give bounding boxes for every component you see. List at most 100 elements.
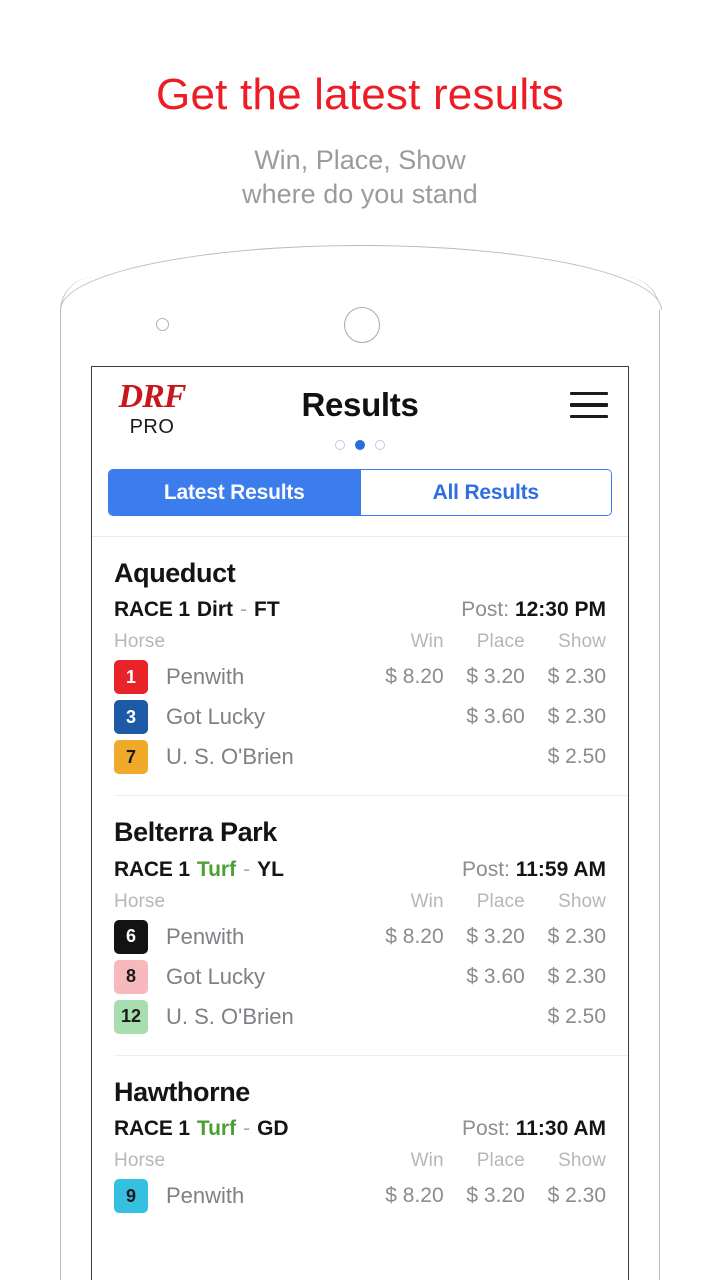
meta-separator: -: [243, 1117, 251, 1141]
phone-top-bezel: [59, 245, 662, 310]
horse-cell: 12 U. S. O'Brien: [114, 997, 360, 1037]
page-dot-1[interactable]: [335, 440, 345, 450]
column-header-win: Win: [410, 1150, 444, 1172]
win-payout: [360, 997, 444, 1037]
race-results-list: Aqueduct RACE 1 Dirt - FT Post: 12:30 PM…: [92, 537, 628, 1216]
table-row[interactable]: 9 Penwith $ 8.20 $ 3.20 $ 2.30: [114, 1176, 606, 1216]
saddle-cloth-number: 3: [114, 700, 148, 735]
race-surface: Dirt: [196, 598, 233, 622]
hamburger-bar-3: [570, 414, 608, 418]
front-camera-icon: [156, 318, 169, 331]
page-title: Results: [301, 386, 419, 423]
page-dot-3[interactable]: [375, 440, 385, 450]
track-condition: YL: [257, 857, 284, 881]
results-table: Horse Win Place Show 1 Penwith $ 8.20 $ …: [114, 631, 606, 777]
place-payout: $ 3.20: [466, 924, 525, 948]
horse-cell: 3 Got Lucky: [114, 697, 360, 737]
race-number: RACE 1: [114, 598, 190, 622]
place-payout: $ 3.20: [466, 665, 525, 689]
column-header-horse: Horse: [114, 1150, 166, 1172]
race-surface: Turf: [196, 1117, 237, 1141]
horse-name: Got Lucky: [166, 704, 266, 730]
column-header-win: Win: [410, 631, 444, 653]
horse-name: Got Lucky: [166, 963, 266, 989]
table-header-row: Horse Win Place Show: [114, 1150, 606, 1176]
show-payout: $ 2.30: [547, 924, 606, 948]
post-time-label: Post:: [462, 1117, 510, 1141]
place-payout: $ 3.60: [466, 964, 525, 988]
table-row[interactable]: 1 Penwith $ 8.20 $ 3.20 $ 2.30: [114, 657, 606, 697]
table-row[interactable]: 8 Got Lucky $ 3.60 $ 2.30: [114, 957, 606, 997]
table-row[interactable]: 12 U. S. O'Brien $ 2.50: [114, 997, 606, 1037]
table-row[interactable]: 7 U. S. O'Brien $ 2.50: [114, 737, 606, 777]
horse-cell: 6 Penwith: [114, 917, 360, 957]
table-header-row: Horse Win Place Show: [114, 631, 606, 657]
page-dot-2[interactable]: [355, 440, 365, 450]
promo-title: Get the latest results: [156, 70, 564, 119]
hamburger-menu-icon[interactable]: [570, 392, 608, 418]
show-payout: $ 2.30: [547, 705, 606, 729]
saddle-cloth-number: 12: [114, 999, 148, 1034]
table-row[interactable]: 6 Penwith $ 8.20 $ 3.20 $ 2.30: [114, 917, 606, 957]
meta-separator: -: [240, 598, 247, 622]
place-payout: $ 3.20: [466, 1184, 525, 1208]
meta-separator: -: [243, 857, 251, 881]
page-root: Get the latest results Win, Place, Show …: [0, 0, 720, 1280]
post-time: Post: 11:59 AM: [462, 857, 606, 881]
win-payout: [360, 957, 444, 997]
track-name: Belterra Park: [114, 817, 277, 848]
column-header-show: Show: [558, 631, 606, 653]
show-payout: $ 2.50: [547, 745, 606, 769]
app-header: DRF PRO Results: [92, 367, 628, 467]
results-table: Horse Win Place Show 6 Penwith $ 8.20 $ …: [114, 891, 606, 1037]
column-header-place: Place: [476, 631, 525, 653]
show-payout: $ 2.50: [547, 1004, 606, 1028]
race-card[interactable]: Belterra Park RACE 1 Turf - YL Post: 11:…: [92, 796, 628, 1036]
horse-name: Penwith: [166, 1183, 245, 1209]
race-meta: RACE 1 Turf - YL Post: 11:59 AM: [114, 858, 606, 882]
horse-cell: 7 U. S. O'Brien: [114, 737, 360, 777]
horse-name: Penwith: [166, 664, 245, 690]
results-table: Horse Win Place Show 9 Penwith $ 8.20 $ …: [114, 1150, 606, 1216]
race-card[interactable]: Aqueduct RACE 1 Dirt - FT Post: 12:30 PM…: [92, 537, 628, 777]
promo-subtitle-line2: where do you stand: [242, 179, 478, 210]
place-payout: [444, 737, 525, 777]
hamburger-bar-1: [570, 392, 608, 396]
saddle-cloth-number: 1: [114, 660, 148, 695]
column-header-show: Show: [558, 890, 606, 912]
place-payout: $ 3.60: [466, 705, 525, 729]
table-row[interactable]: 3 Got Lucky $ 3.60 $ 2.30: [114, 697, 606, 737]
promo-subtitle: Win, Place, Show where do you stand: [0, 143, 720, 212]
show-payout: $ 2.30: [547, 1184, 606, 1208]
race-number: RACE 1: [114, 1117, 190, 1141]
win-payout: $ 8.20: [385, 1184, 444, 1208]
race-card[interactable]: Hawthorne RACE 1 Turf - GD Post: 11:30 A…: [92, 1056, 628, 1216]
track-condition: FT: [254, 598, 280, 622]
column-header-place: Place: [476, 890, 525, 912]
page-indicator[interactable]: [92, 440, 628, 450]
promo-block: Get the latest results Win, Place, Show …: [0, 0, 720, 212]
tab-all-results[interactable]: All Results: [359, 470, 611, 515]
win-payout: [360, 697, 444, 737]
post-time: Post: 12:30 PM: [461, 598, 606, 622]
home-button-icon: [344, 307, 380, 343]
track-name: Aqueduct: [114, 558, 236, 588]
tab-latest-results[interactable]: Latest Results: [109, 470, 360, 515]
track-condition: GD: [257, 1117, 289, 1141]
place-payout: [444, 997, 525, 1037]
race-meta: RACE 1 Turf - GD Post: 11:30 AM: [114, 1117, 606, 1141]
results-tab-bar[interactable]: Latest Results All Results: [108, 469, 612, 516]
horse-cell: 1 Penwith: [114, 657, 360, 697]
column-header-win: Win: [410, 890, 444, 912]
table-header-row: Horse Win Place Show: [114, 891, 606, 917]
saddle-cloth-number: 7: [114, 740, 148, 775]
saddle-cloth-number: 6: [114, 919, 148, 954]
promo-subtitle-line1: Win, Place, Show: [254, 144, 466, 175]
hamburger-bar-2: [570, 403, 608, 407]
column-header-horse: Horse: [114, 890, 166, 912]
saddle-cloth-number: 9: [114, 1179, 148, 1214]
win-payout: $ 8.20: [385, 665, 444, 689]
horse-name: Penwith: [166, 923, 245, 949]
column-header-place: Place: [476, 1150, 525, 1172]
race-number: RACE 1: [114, 857, 190, 881]
